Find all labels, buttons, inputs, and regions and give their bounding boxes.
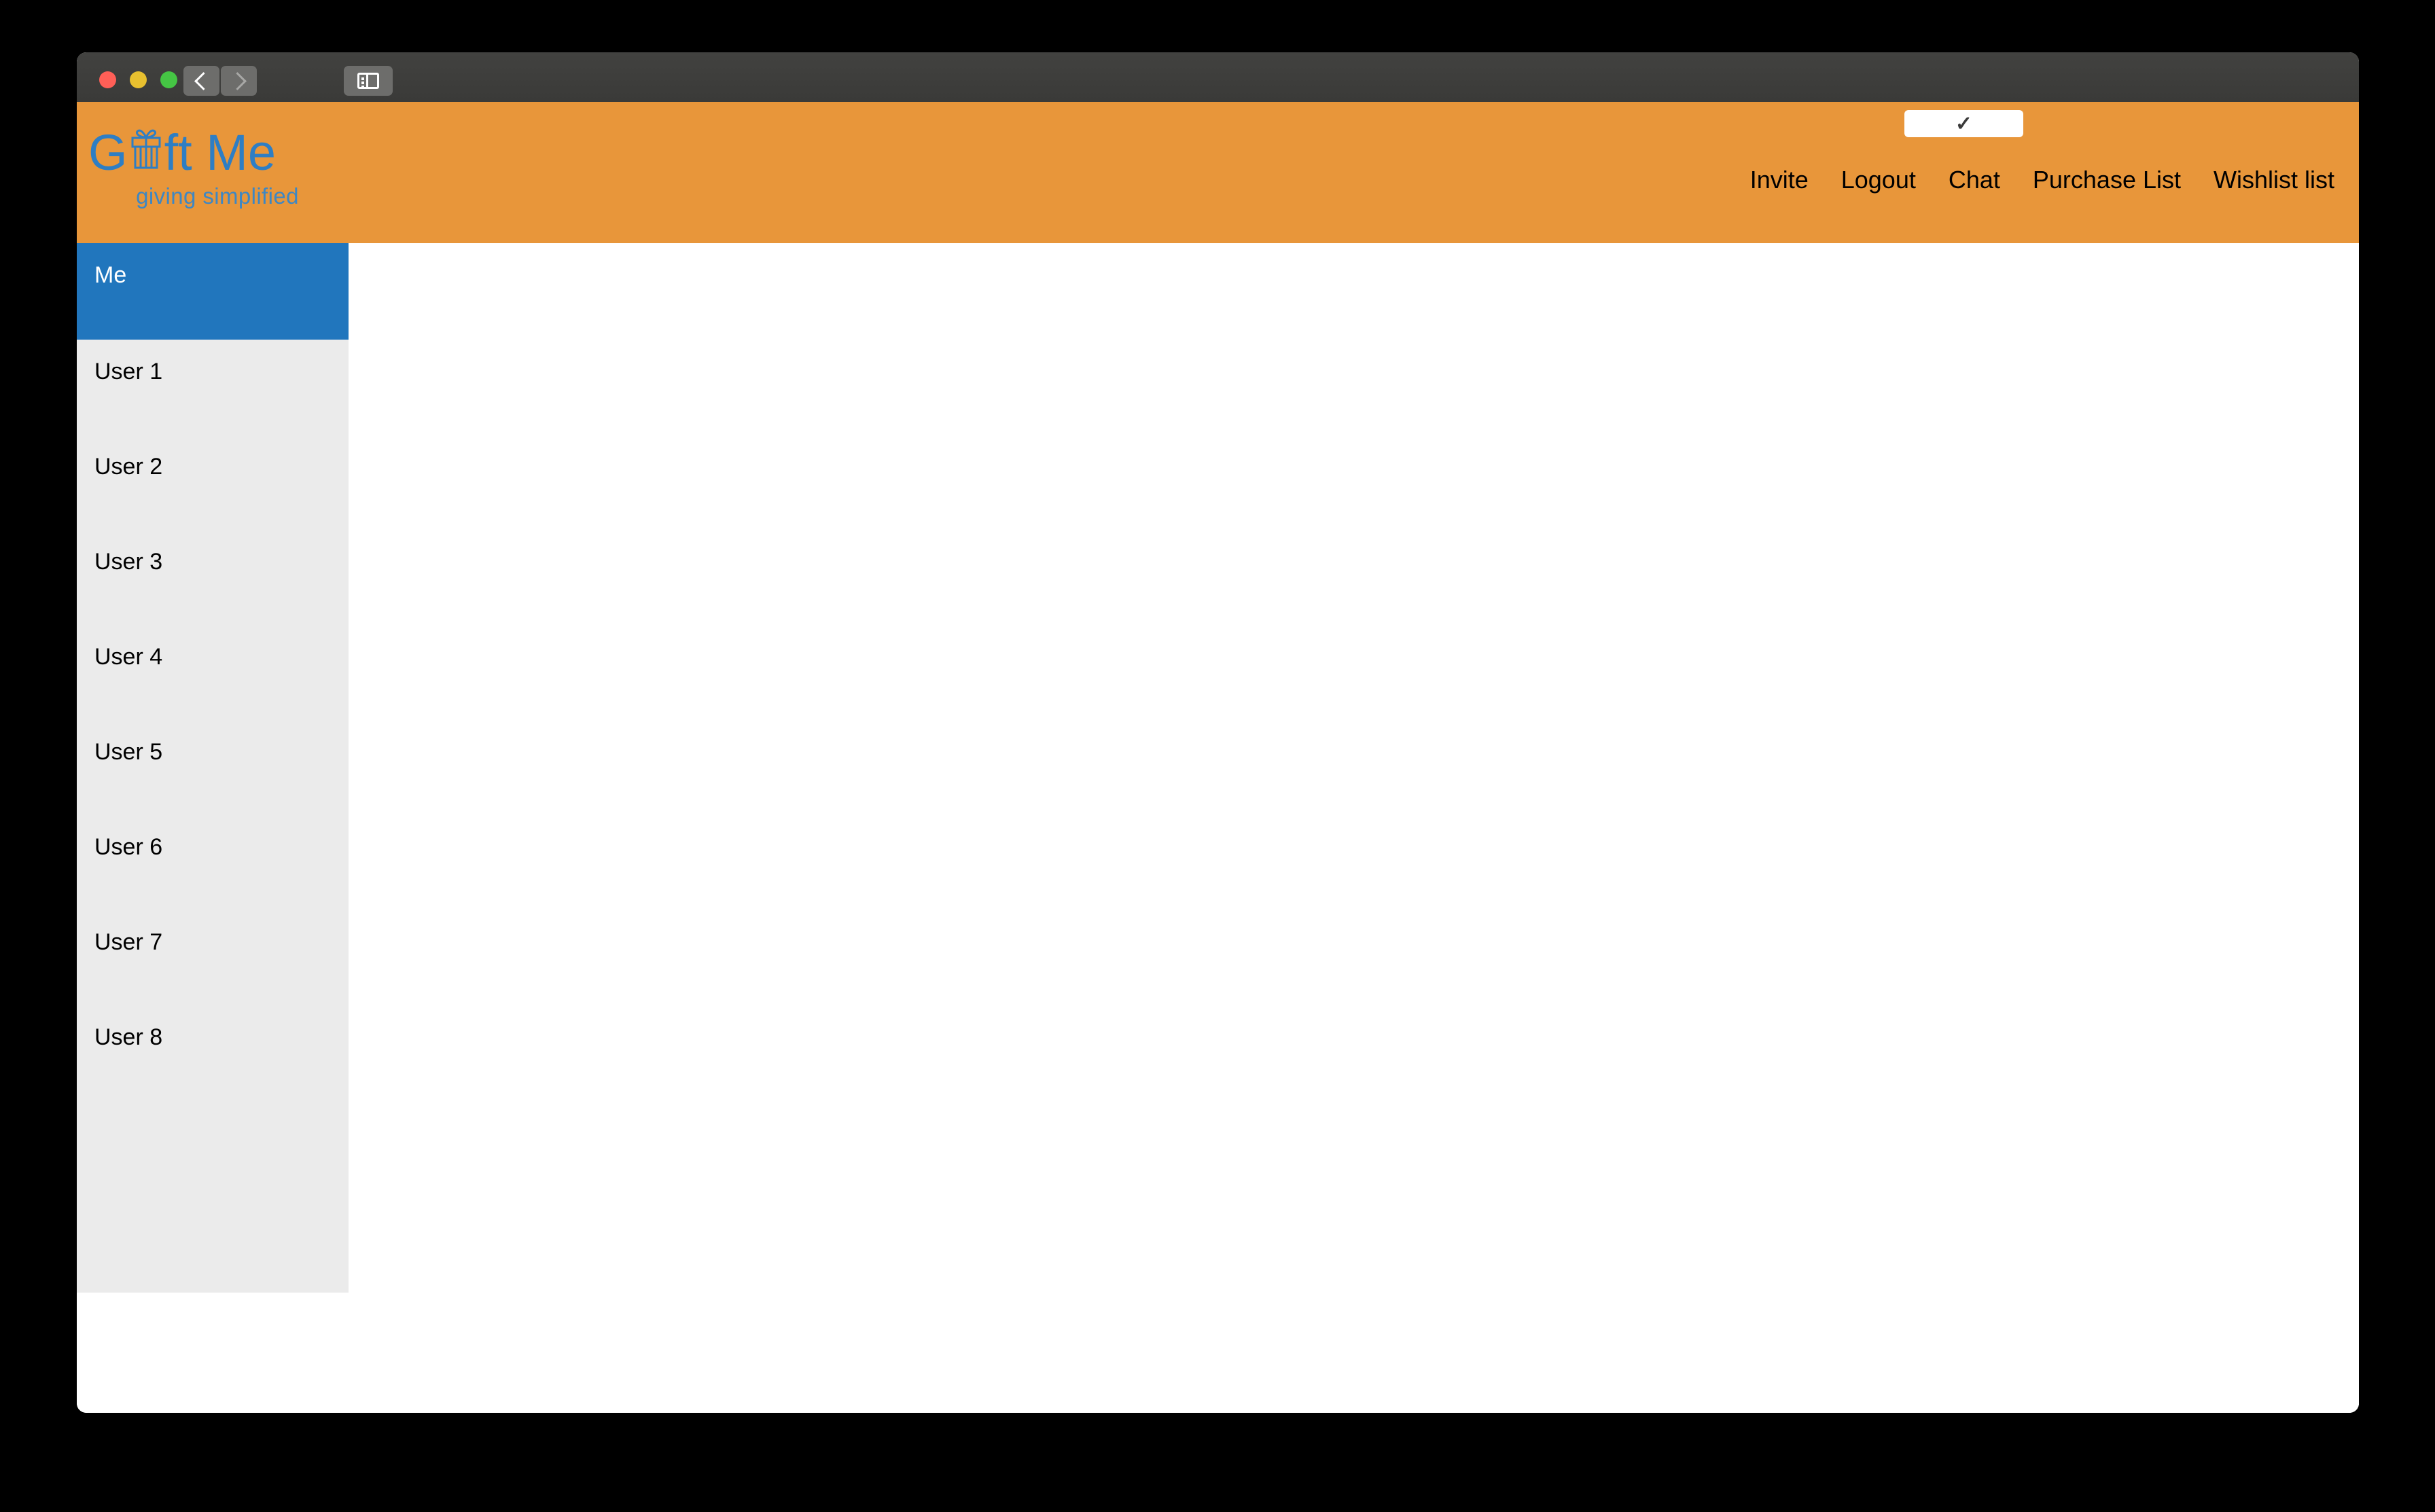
browser-window: hightechu-cohort2-group-twos.herokuapp.c… [77, 52, 2359, 1413]
sidebar-item-me[interactable]: Me [77, 243, 349, 340]
gift-box-icon [129, 128, 163, 170]
brand-logo[interactable]: G ft Me giving simpl [88, 128, 346, 209]
brand-name-before: G [88, 128, 128, 178]
sidebar-item-label: Me [94, 262, 126, 289]
sidebar-item-user-4[interactable]: User 4 [77, 625, 349, 720]
sidebar-item-user-5[interactable]: User 5 [77, 720, 349, 815]
sidebar-item-user-2[interactable]: User 2 [77, 435, 349, 530]
nav-link-purchase-list[interactable]: Purchase List [2033, 166, 2181, 194]
sidebar-item-label: User 2 [94, 454, 162, 480]
browser-toolbar: hightechu-cohort2-group-twos.herokuapp.c… [77, 52, 2359, 102]
minimize-window-button[interactable] [130, 71, 147, 88]
brand-name-after: ft Me [164, 128, 276, 178]
sidebar-item-user-1[interactable]: User 1 [77, 340, 349, 435]
sidebar-toggle-icon [357, 73, 379, 89]
sidebar-item-label: User 5 [94, 739, 162, 766]
nav-link-logout[interactable]: Logout [1841, 166, 1916, 194]
nav-link-invite[interactable]: Invite [1750, 166, 1809, 194]
sidebar-item-user-7[interactable]: User 7 [77, 910, 349, 1005]
maximize-window-button[interactable] [160, 71, 177, 88]
sidebar-item-label: User 4 [94, 644, 162, 670]
user-list-sidebar: Me User 1 User 2 User 3 User 4 User 5 Us… [77, 243, 349, 1293]
window-controls [99, 71, 177, 88]
send-confirm-check[interactable]: ✓ [1904, 110, 2023, 137]
chevron-left-icon [194, 72, 213, 90]
close-window-button[interactable] [99, 71, 116, 88]
back-button[interactable] [183, 66, 219, 96]
brand-title: G ft Me [88, 128, 346, 178]
sidebar-item-label: User 6 [94, 834, 162, 861]
sidebar-item-user-8[interactable]: User 8 [77, 1005, 349, 1100]
nav-link-wishlist-list[interactable]: Wishlist list [2214, 166, 2334, 194]
sidebar-item-label: User 3 [94, 549, 162, 575]
chat-message-area [349, 243, 2359, 1413]
nav-link-chat[interactable]: Chat [1949, 166, 2000, 194]
chevron-right-icon [228, 72, 247, 90]
brand-tagline: giving simplified [88, 183, 346, 209]
main-navigation: Invite Logout Chat Purchase List Wishlis… [1750, 166, 2334, 194]
sidebar-item-label: User 1 [94, 359, 162, 385]
sidebar-item-user-6[interactable]: User 6 [77, 815, 349, 910]
sidebar-item-label: User 7 [94, 929, 162, 956]
page-content: G ft Me giving simpl [77, 102, 2359, 1413]
forward-button[interactable] [221, 66, 257, 96]
sidebar-item-user-3[interactable]: User 3 [77, 530, 349, 625]
sidebar-toggle-button[interactable] [344, 66, 393, 96]
sidebar-item-label: User 8 [94, 1024, 162, 1051]
